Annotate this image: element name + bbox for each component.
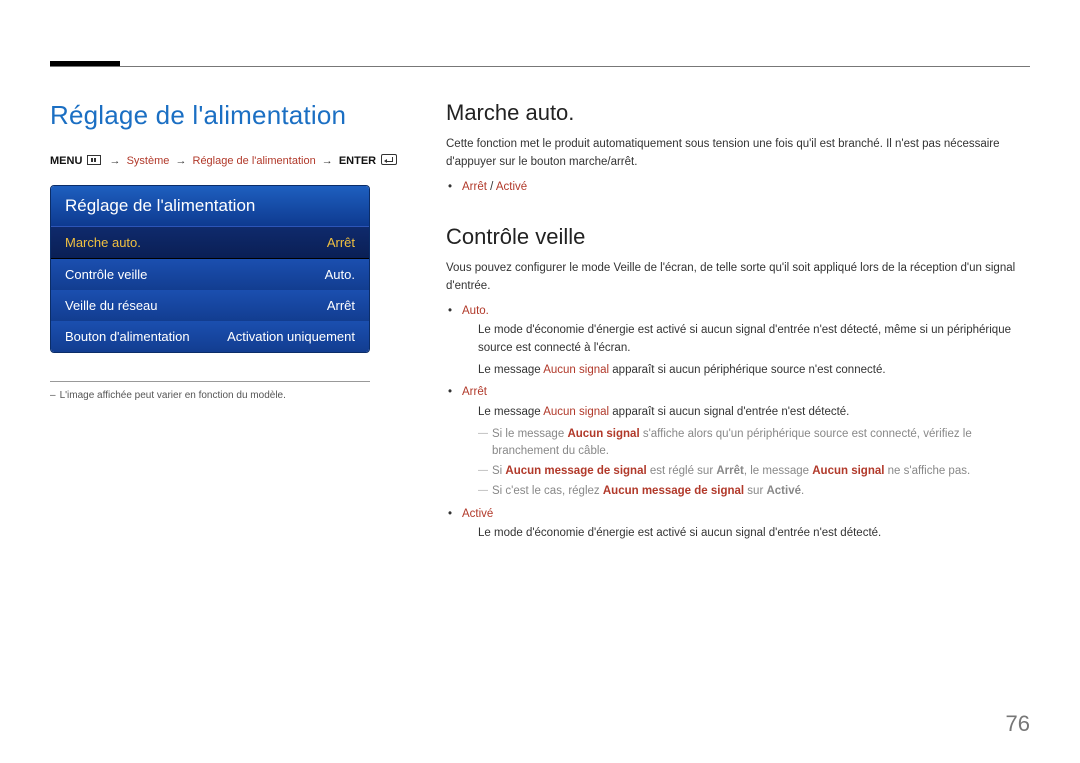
option-arret-notes: Si le message Aucun signal s'affiche alo… <box>478 426 1030 501</box>
header-rule-accent <box>50 61 120 66</box>
para-controle-veille: Vous pouvez configurer le mode Veille de… <box>446 260 1030 296</box>
option-arret-label: Arrêt <box>462 386 487 398</box>
footnote: –L'image affichée peut varier en fonctio… <box>50 390 416 401</box>
osd-row-value: Arrêt <box>327 298 355 313</box>
note-3: Si c'est le cas, réglez Aucun message de… <box>478 483 1030 501</box>
osd-row-value: Auto. <box>325 267 355 282</box>
enter-icon <box>381 154 397 165</box>
para-marche-auto: Cette fonction met le produit automatiqu… <box>446 136 1030 172</box>
osd-row-bouton-alimentation[interactable]: Bouton d'alimentation Activation uniquem… <box>51 321 369 352</box>
options-marche-auto: Arrêt / Activé <box>446 178 1030 196</box>
menupath-system: Système <box>127 155 170 167</box>
osd-row-label: Veille du réseau <box>65 298 158 313</box>
note-2: Si Aucun message de signal est réglé sur… <box>478 463 1030 481</box>
menupath-enter: ENTER <box>339 155 376 167</box>
option-active-label: Activé <box>462 508 493 520</box>
footnote-text: L'image affichée peut varier en fonction… <box>60 390 286 401</box>
osd-panel: Réglage de l'alimentation Marche auto. A… <box>50 185 370 353</box>
option-arret: Arrêt Le message Aucun signal apparaît s… <box>462 383 1030 500</box>
option-auto-desc-2: Le message Aucun signal apparaît si aucu… <box>478 362 1030 380</box>
section-title: Réglage de l'alimentation <box>50 100 416 131</box>
menu-grid-icon <box>87 155 101 165</box>
note-1: Si le message Aucun signal s'affiche alo… <box>478 426 1030 462</box>
option-auto: Auto. Le mode d'économie d'énergie est a… <box>462 302 1030 380</box>
footer-separator <box>50 381 370 382</box>
osd-row-label: Contrôle veille <box>65 267 147 282</box>
osd-row-controle-veille[interactable]: Contrôle veille Auto. <box>51 259 369 290</box>
option-arret-desc-1: Le message Aucun signal apparaît si aucu… <box>478 404 1030 422</box>
header-rule <box>50 66 1030 67</box>
option-active: Activé <box>496 181 527 193</box>
osd-row-veille-reseau[interactable]: Veille du réseau Arrêt <box>51 290 369 321</box>
option-active-desc: Le mode d'économie d'énergie est activé … <box>478 525 1030 543</box>
osd-row-value: Arrêt <box>327 235 355 250</box>
options-controle-veille: Auto. Le mode d'économie d'énergie est a… <box>446 302 1030 543</box>
option-auto-desc-1: Le mode d'économie d'énergie est activé … <box>478 322 1030 358</box>
menu-path: MENU → Système → Réglage de l'alimentati… <box>50 153 416 167</box>
option-arret: Arrêt <box>462 181 487 193</box>
heading-controle-veille: Contrôle veille <box>446 224 1030 250</box>
menupath-menu: MENU <box>50 155 82 167</box>
osd-row-label: Marche auto. <box>65 235 141 250</box>
osd-title: Réglage de l'alimentation <box>51 186 369 226</box>
osd-row-label: Bouton d'alimentation <box>65 329 190 344</box>
option-active: Activé Le mode d'économie d'énergie est … <box>462 505 1030 543</box>
menupath-setting: Réglage de l'alimentation <box>193 155 316 167</box>
osd-row-marche-auto[interactable]: Marche auto. Arrêt <box>51 226 369 259</box>
option-arret-active: Arrêt / Activé <box>462 178 1030 196</box>
heading-marche-auto: Marche auto. <box>446 100 1030 126</box>
page-number: 76 <box>1006 711 1030 737</box>
option-auto-label: Auto. <box>462 305 489 317</box>
osd-row-value: Activation uniquement <box>227 329 355 344</box>
